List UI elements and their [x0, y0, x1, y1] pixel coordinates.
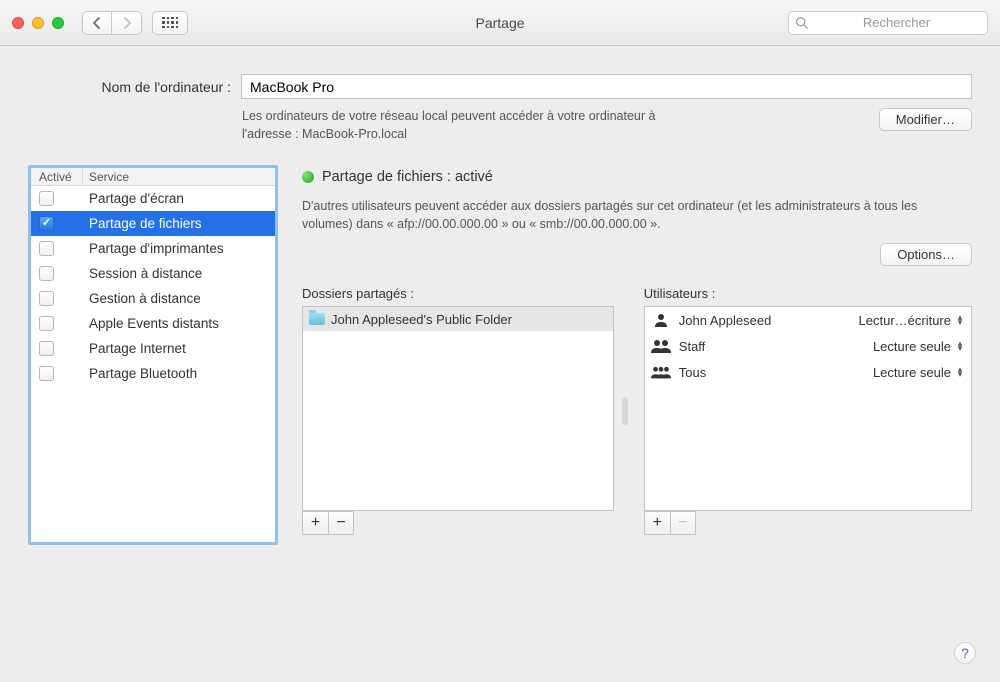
service-enable-checkbox[interactable] [39, 341, 54, 356]
window-controls [12, 17, 64, 29]
service-detail: Partage de fichiers : activé D'autres ut… [302, 165, 972, 545]
users-column: Utilisateurs : John Appleseed Lectur…écri… [644, 286, 972, 535]
permission-value: Lecture seule [873, 365, 951, 380]
shared-folder-item[interactable]: John Appleseed's Public Folder [303, 307, 613, 331]
apps-grid-icon [162, 17, 178, 29]
search-input[interactable]: Rechercher [788, 11, 988, 35]
status-line: Partage de fichiers : activé [302, 169, 972, 185]
search-placeholder: Rechercher [812, 15, 981, 30]
folder-label: John Appleseed's Public Folder [331, 312, 512, 327]
service-row[interactable]: Apple Events distants [31, 311, 275, 336]
service-enable-checkbox[interactable] [39, 316, 54, 331]
service-enable-checkbox[interactable] [39, 216, 54, 231]
service-label: Partage d'imprimantes [83, 241, 275, 256]
service-label: Partage Bluetooth [83, 366, 275, 381]
service-row[interactable]: Partage de fichiers [31, 211, 275, 236]
minimize-window-button[interactable] [32, 17, 44, 29]
service-row[interactable]: Partage Internet [31, 336, 275, 361]
permission-value: Lectur…écriture [859, 313, 951, 328]
nav-buttons [82, 11, 142, 35]
chevron-left-icon [92, 17, 102, 29]
service-enable-checkbox[interactable] [39, 191, 54, 206]
computer-name-label: Nom de l'ordinateur : [28, 79, 231, 95]
service-enable-checkbox[interactable] [39, 241, 54, 256]
forward-button[interactable] [112, 11, 142, 35]
services-header-service: Service [83, 170, 275, 184]
status-description: D'autres utilisateurs peuvent accéder au… [302, 197, 942, 233]
shared-folders-column: Dossiers partagés : John Appleseed's Pub… [302, 286, 614, 535]
stepper-icon: ▴▾ [955, 367, 965, 377]
shared-folders-add-remove: + − [302, 511, 614, 535]
shared-folders-title: Dossiers partagés : [302, 286, 614, 301]
computer-name-section: Nom de l'ordinateur : Les ordinateurs de… [0, 46, 1000, 165]
status-indicator-icon [302, 171, 314, 183]
user-icon [651, 364, 671, 380]
service-label: Partage d'écran [83, 191, 275, 206]
services-header: Activé Service [31, 168, 275, 186]
user-name-label: Staff [679, 339, 865, 354]
service-label: Gestion à distance [83, 291, 275, 306]
service-label: Session à distance [83, 266, 275, 281]
user-item[interactable]: Staff Lecture seule ▴▾ [645, 333, 971, 359]
stepper-icon: ▴▾ [955, 315, 965, 325]
titlebar: Partage Rechercher [0, 0, 1000, 46]
edit-hostname-button[interactable]: Modifier… [879, 108, 972, 131]
close-window-button[interactable] [12, 17, 24, 29]
user-name-label: John Appleseed [679, 313, 851, 328]
remove-user-button[interactable]: − [670, 511, 696, 535]
user-icon [651, 312, 671, 328]
back-button[interactable] [82, 11, 112, 35]
add-user-button[interactable]: + [644, 511, 670, 535]
users-add-remove: + − [644, 511, 972, 535]
remove-folder-button[interactable]: − [328, 511, 354, 535]
users-list[interactable]: John Appleseed Lectur…écriture ▴▾ Staff Lect… [644, 306, 972, 511]
service-enable-checkbox[interactable] [39, 366, 54, 381]
service-row[interactable]: Partage d'imprimantes [31, 236, 275, 261]
zoom-window-button[interactable] [52, 17, 64, 29]
service-row[interactable]: Session à distance [31, 261, 275, 286]
add-folder-button[interactable]: + [302, 511, 328, 535]
service-row[interactable]: Gestion à distance [31, 286, 275, 311]
main-pane: Activé Service Partage d'écran Partage de… [0, 165, 1000, 563]
stepper-icon: ▴▾ [955, 341, 965, 351]
chevron-right-icon [122, 17, 132, 29]
column-resize-handle[interactable] [622, 397, 628, 425]
window-title: Partage [475, 15, 524, 31]
service-enable-checkbox[interactable] [39, 291, 54, 306]
permission-select[interactable]: Lecture seule ▴▾ [873, 339, 965, 354]
status-title: Partage de fichiers : activé [322, 169, 493, 185]
computer-name-input[interactable] [241, 74, 972, 99]
search-icon [795, 16, 808, 29]
service-label: Partage de fichiers [83, 216, 275, 231]
shared-folders-list[interactable]: John Appleseed's Public Folder [302, 306, 614, 511]
service-row[interactable]: Partage Bluetooth [31, 361, 275, 386]
show-all-prefs-button[interactable] [152, 11, 188, 35]
services-header-active: Activé [31, 168, 83, 185]
users-title: Utilisateurs : [644, 286, 972, 301]
service-row[interactable]: Partage d'écran [31, 186, 275, 211]
services-list[interactable]: Activé Service Partage d'écran Partage de… [28, 165, 278, 545]
user-icon [651, 338, 671, 354]
permission-select[interactable]: Lecture seule ▴▾ [873, 365, 965, 380]
user-name-label: Tous [679, 365, 865, 380]
service-enable-checkbox[interactable] [39, 266, 54, 281]
options-button[interactable]: Options… [880, 243, 972, 266]
computer-address-text: Les ordinateurs de votre réseau local pe… [242, 108, 682, 143]
service-label: Partage Internet [83, 341, 275, 356]
service-label: Apple Events distants [83, 316, 275, 331]
folder-icon [309, 313, 325, 325]
permission-select[interactable]: Lectur…écriture ▴▾ [859, 313, 965, 328]
help-button[interactable]: ? [954, 642, 976, 664]
permission-value: Lecture seule [873, 339, 951, 354]
user-item[interactable]: John Appleseed Lectur…écriture ▴▾ [645, 307, 971, 333]
user-item[interactable]: Tous Lecture seule ▴▾ [645, 359, 971, 385]
